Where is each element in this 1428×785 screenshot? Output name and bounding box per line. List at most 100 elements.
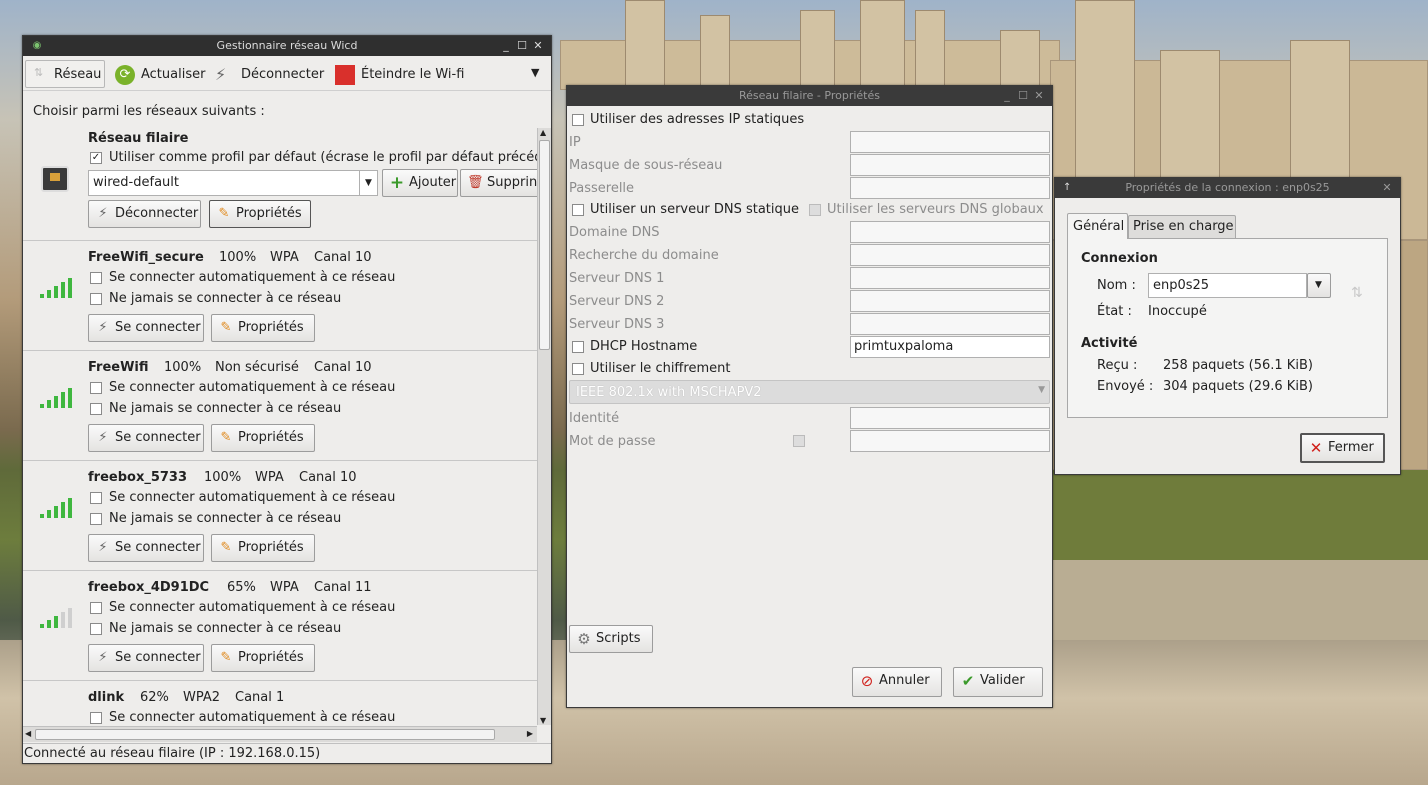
refresh-icon[interactable]: ⟳	[115, 65, 135, 85]
scroll-right-icon[interactable]: ▶	[527, 729, 533, 738]
never-connect-checkbox[interactable]	[90, 513, 102, 525]
network-properties-button[interactable]: ✎ Propriétés	[211, 424, 315, 452]
wireless-item: dlink 62% WPA2 Canal 1 Se connecter auto…	[23, 682, 537, 725]
maximize-icon[interactable]: ☐	[1016, 86, 1030, 106]
never-connect-checkbox[interactable]	[90, 293, 102, 305]
gateway-field[interactable]	[850, 177, 1050, 199]
network-properties-button[interactable]: ✎ Propriétés	[211, 314, 315, 342]
dhcp-hostname-field[interactable]: primtuxpaloma	[850, 336, 1050, 358]
scroll-down-icon[interactable]: ▼	[540, 716, 546, 725]
network-properties-button[interactable]: ✎ Propriétés	[211, 644, 315, 672]
ok-button[interactable]: ✔ Valider	[953, 667, 1043, 697]
chevron-down-icon[interactable]: ▼	[1038, 385, 1045, 395]
encryption-checkbox[interactable]	[572, 363, 584, 375]
tab-general[interactable]: Général	[1067, 213, 1128, 239]
search-domain-field[interactable]	[850, 244, 1050, 266]
refresh-button[interactable]: Actualiser	[141, 67, 205, 82]
show-password-checkbox[interactable]	[793, 435, 805, 447]
scroll-up-icon[interactable]: ▲	[540, 128, 546, 137]
maximize-icon[interactable]: ☐	[515, 36, 529, 56]
auto-connect-checkbox[interactable]	[90, 492, 102, 504]
wired-title: Réseau filaire	[88, 131, 189, 146]
minimize-icon[interactable]: _	[1000, 86, 1014, 106]
static-ip-checkbox[interactable]	[572, 114, 584, 126]
scroll-left-icon[interactable]: ◀	[25, 729, 31, 738]
password-field[interactable]	[850, 430, 1050, 452]
nom-label: Nom :	[1097, 278, 1136, 293]
connection-properties-titlebar[interactable]: ↑ Propriétés de la connexion : enp0s25 ✕	[1055, 178, 1400, 198]
encryption-method-value: IEEE 802.1x with MSCHAPV2	[576, 385, 762, 400]
auto-connect-checkbox[interactable]	[90, 602, 102, 614]
wireless-name: freebox_5733	[88, 470, 188, 485]
wicd-window: ◉ Gestionnaire réseau Wicd _ ☐ ✕ ⇅ Résea…	[22, 35, 552, 764]
wireless-channel: Canal 10	[314, 360, 372, 375]
netmask-label: Masque de sous-réseau	[569, 158, 723, 173]
netmask-field[interactable]	[850, 154, 1050, 176]
dns2-field[interactable]	[850, 290, 1050, 312]
nom-field[interactable]: enp0s25	[1148, 273, 1307, 298]
network-activity-icon: ⇅	[1351, 285, 1363, 301]
auto-connect-checkbox[interactable]	[90, 712, 102, 724]
auto-connect-checkbox[interactable]	[90, 272, 102, 284]
plug-icon: ⚡	[98, 540, 108, 555]
disconnect-icon[interactable]: ⚡	[215, 65, 226, 84]
disconnect-button[interactable]: Déconnecter	[241, 67, 324, 82]
close-icon[interactable]: ✕	[1380, 178, 1394, 198]
wired-section: Réseau filaire ✓ Utiliser comme profil p…	[23, 128, 537, 240]
tab-support[interactable]: Prise en charge	[1128, 215, 1236, 239]
wired-disconnect-button[interactable]: ⚡ Déconnecter	[88, 200, 201, 228]
connect-button[interactable]: ⚡ Se connecter	[88, 644, 204, 672]
never-connect-checkbox[interactable]	[90, 623, 102, 635]
toolbar-overflow-icon[interactable]: ▼	[531, 66, 539, 79]
global-dns-checkbox[interactable]	[809, 204, 821, 216]
auto-connect-label: Se connecter automatiquement à ce réseau	[109, 380, 396, 395]
auto-connect-checkbox[interactable]	[90, 382, 102, 394]
default-profile-checkbox[interactable]: ✓	[90, 152, 102, 164]
recu-label: Reçu :	[1097, 358, 1138, 373]
encryption-method-select[interactable]: IEEE 802.1x with MSCHAPV2 ▼	[569, 380, 1050, 404]
hscrollbar-thumb[interactable]	[35, 729, 495, 740]
network-properties-button[interactable]: ✎ Propriétés	[211, 534, 315, 562]
close-icon[interactable]: ✕	[1032, 86, 1046, 106]
wireless-security: WPA	[255, 470, 284, 485]
envoye-value: 304 paquets (29.6 KiB)	[1163, 379, 1313, 394]
never-connect-checkbox[interactable]	[90, 403, 102, 415]
connect-button[interactable]: ⚡ Se connecter	[88, 534, 204, 562]
signal-bar	[40, 624, 44, 628]
cancel-button[interactable]: ⊘ Annuler	[852, 667, 942, 697]
vertical-scrollbar[interactable]: ▲ ▼	[537, 128, 551, 725]
wireless-item: freebox_4D91DC 65% WPA Canal 11 Se conne…	[23, 572, 537, 680]
add-profile-button[interactable]: + Ajouter	[382, 169, 458, 197]
wifi-off-icon[interactable]	[335, 65, 355, 85]
connect-button[interactable]: ⚡ Se connecter	[88, 424, 204, 452]
nom-value: enp0s25	[1153, 278, 1210, 293]
chevron-down-icon[interactable]: ▼	[359, 171, 377, 195]
dns-domain-field[interactable]	[850, 221, 1050, 243]
dns1-field[interactable]	[850, 267, 1050, 289]
identity-field[interactable]	[850, 407, 1050, 429]
activite-heading: Activité	[1081, 336, 1138, 351]
signal-strength-icon	[40, 278, 74, 298]
nom-dropdown-button[interactable]: ▼	[1307, 273, 1331, 298]
static-dns-checkbox[interactable]	[572, 204, 584, 216]
profile-combo[interactable]: wired-default ▼	[88, 170, 378, 196]
wired-properties-titlebar[interactable]: Réseau filaire - Propriétés _ ☐ ✕	[567, 86, 1052, 106]
horizontal-scrollbar[interactable]: ◀ ▶	[23, 726, 537, 742]
recu-value: 258 paquets (56.1 KiB)	[1163, 358, 1313, 373]
ip-field[interactable]	[850, 131, 1050, 153]
minimize-icon[interactable]: _	[499, 36, 513, 56]
close-icon[interactable]: ✕	[531, 36, 545, 56]
scrollbar-thumb[interactable]	[539, 140, 550, 350]
separator	[23, 350, 537, 351]
delete-profile-button[interactable]: 🗑 Supprin	[460, 169, 537, 197]
network-menu-button[interactable]: ⇅ Réseau	[25, 60, 105, 88]
wired-properties-button[interactable]: ✎ Propriétés	[209, 200, 311, 228]
dns3-field[interactable]	[850, 313, 1050, 335]
close-button[interactable]: ✕ Fermer	[1300, 433, 1385, 463]
wireless-item: freebox_5733 100% WPA Canal 10 Se connec…	[23, 462, 537, 570]
wifi-off-button[interactable]: Éteindre le Wi-fi	[361, 67, 464, 82]
connect-button[interactable]: ⚡ Se connecter	[88, 314, 204, 342]
scripts-button[interactable]: ⚙ Scripts	[569, 625, 653, 653]
wicd-titlebar[interactable]: ◉ Gestionnaire réseau Wicd _ ☐ ✕	[23, 36, 551, 56]
dhcp-hostname-checkbox[interactable]	[572, 341, 584, 353]
